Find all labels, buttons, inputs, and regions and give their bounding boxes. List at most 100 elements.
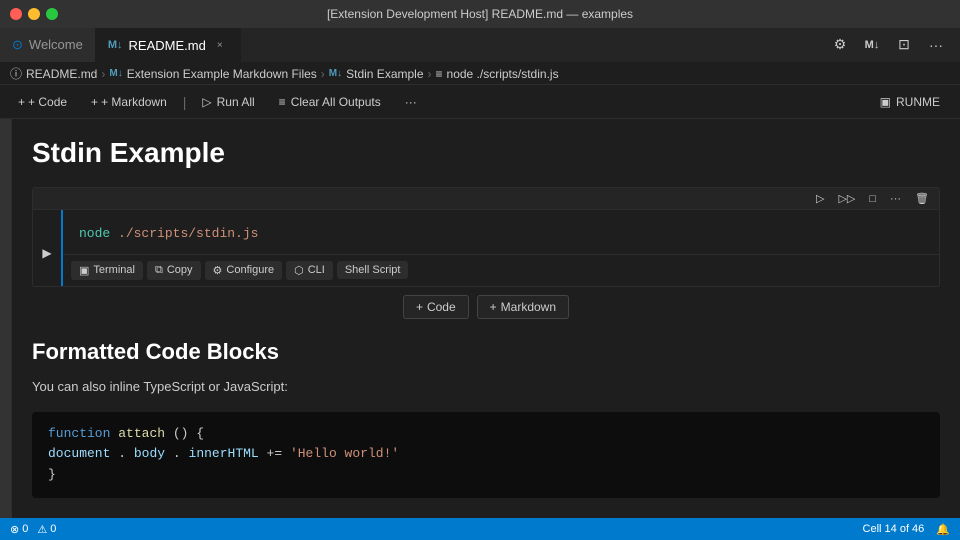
- notebook: Stdin Example ▷ ▷▷ □ ··· 🗑 ▶ node: [12, 119, 960, 518]
- terminal-button[interactable]: ▣ Terminal: [71, 261, 143, 280]
- status-right: Cell 14 of 46 🔔: [863, 523, 950, 536]
- tab-welcome[interactable]: ⊙ Welcome: [0, 27, 96, 62]
- layout-icon[interactable]: ⊡: [890, 31, 918, 59]
- punc-dot2: .: [173, 446, 181, 461]
- breadcrumb-sep-3: ›: [428, 67, 432, 81]
- tab-readme-close[interactable]: ×: [212, 37, 228, 53]
- breadcrumb-stdin-example[interactable]: Stdin Example: [346, 67, 423, 81]
- maximize-button[interactable]: [46, 8, 58, 20]
- welcome-icon: ⊙: [12, 37, 23, 53]
- breadcrumb-readme[interactable]: README.md: [26, 67, 97, 81]
- errors-indicator[interactable]: ⊗ 0 ⚠ 0: [10, 523, 56, 536]
- add-markdown-inline-label: Markdown: [501, 300, 556, 314]
- toolbar-more-button[interactable]: ···: [397, 92, 425, 112]
- plus-icon2: +: [91, 95, 98, 109]
- tab-bar-right: ⚙ M↓ ⊡ ···: [816, 27, 960, 62]
- warning-count: 0: [50, 523, 56, 535]
- toolbar: + + Code + + Markdown | ▷ Run All ≡ Clea…: [0, 85, 960, 119]
- prop-body: body: [134, 446, 165, 461]
- markdown-icon[interactable]: M↓: [858, 31, 886, 59]
- add-code-label: + Code: [28, 95, 67, 109]
- code-cell-stdin: ▷ ▷▷ □ ··· 🗑 ▶ node ./scripts/stdin.js: [32, 187, 940, 287]
- env-vars-title: Environment Variables: [32, 502, 940, 518]
- tab-welcome-label: Welcome: [29, 37, 83, 52]
- breadcrumb-info-icon: ⓘ: [10, 65, 22, 82]
- cell-output-bar: ▣ Terminal ⧉ Copy ⚙ Configure ⬡: [63, 254, 939, 286]
- kw-function: function: [48, 426, 110, 441]
- copy-icon: ⧉: [155, 264, 163, 277]
- cli-button[interactable]: ⬡ CLI: [286, 261, 333, 280]
- add-code-inline-label: Code: [427, 300, 456, 314]
- code-line-3: }: [48, 465, 924, 486]
- breadcrumb: ⓘ README.md › M↓ Extension Example Markd…: [0, 63, 960, 85]
- configure-label: Configure: [226, 264, 274, 276]
- code-line-1: function attach () {: [48, 424, 924, 445]
- str-hello: 'Hello world!': [290, 446, 399, 461]
- tab-readme-label: README.md: [129, 38, 206, 53]
- op-plus: +=: [267, 446, 290, 461]
- add-markdown-inline-button[interactable]: + Markdown: [477, 295, 569, 319]
- clear-icon: ≡: [279, 95, 286, 109]
- status-bar: ⊗ 0 ⚠ 0 Cell 14 of 46 🔔: [0, 518, 960, 540]
- cell-run-all-button[interactable]: ▷▷: [832, 190, 861, 207]
- code-cmd: node: [79, 226, 110, 241]
- clear-all-button[interactable]: ≡ Clear All Outputs: [271, 92, 389, 112]
- clear-all-label: Clear All Outputs: [291, 95, 381, 109]
- add-code-inline-button[interactable]: + Code: [403, 295, 469, 319]
- breadcrumb-md-icon: M↓: [109, 68, 122, 79]
- error-icon: ⊗: [10, 523, 19, 536]
- add-buttons-row: + Code + Markdown: [32, 295, 940, 319]
- run-all-button[interactable]: ▷ Run All: [194, 92, 262, 112]
- cell-delete-button[interactable]: 🗑: [909, 190, 935, 207]
- minimize-button[interactable]: [28, 8, 40, 20]
- run-all-label: Run All: [217, 95, 255, 109]
- terminal-icon: ▣: [79, 264, 89, 277]
- configure-icon: ⚙: [213, 264, 223, 277]
- bell-icon[interactable]: 🔔: [936, 523, 950, 536]
- cell-more-button[interactable]: ···: [884, 191, 907, 207]
- traffic-lights: [10, 8, 58, 20]
- stdin-example-title: Stdin Example: [32, 119, 940, 179]
- breadcrumb-file-icon: ≡: [436, 67, 443, 81]
- tab-readme[interactable]: M↓ README.md ×: [96, 27, 241, 62]
- shell-script-button[interactable]: Shell Script: [337, 261, 409, 279]
- punc-close: }: [48, 467, 56, 482]
- formatted-code-blocks-prose: You can also inline TypeScript or JavaSc…: [32, 373, 940, 408]
- breadcrumb-node-script[interactable]: node ./scripts/stdin.js: [447, 67, 559, 81]
- settings-icon[interactable]: ⚙: [826, 31, 854, 59]
- cell-toolbar: ▷ ▷▷ □ ··· 🗑: [33, 188, 939, 210]
- prop-document: document: [48, 446, 110, 461]
- cell-stop-button[interactable]: □: [863, 191, 882, 207]
- breadcrumb-sep-1: ›: [101, 67, 105, 81]
- configure-button[interactable]: ⚙ Configure: [205, 261, 283, 280]
- runme-icon: ▣: [880, 95, 891, 109]
- formatted-code-blocks-title: Formatted Code Blocks: [32, 327, 940, 373]
- close-button[interactable]: [10, 8, 22, 20]
- copy-button[interactable]: ⧉ Copy: [147, 261, 201, 280]
- fn-attach: attach: [118, 426, 165, 441]
- tab-bar: ⊙ Welcome M↓ README.md × ⚙ M↓ ⊡ ···: [0, 28, 960, 63]
- main-content: Stdin Example ▷ ▷▷ □ ··· 🗑 ▶ node: [0, 119, 960, 518]
- cell-position: Cell 14 of 46: [863, 523, 925, 535]
- more-icon[interactable]: ···: [922, 31, 950, 59]
- plus-md-icon: +: [490, 300, 497, 314]
- run-arrow-icon[interactable]: ▶: [42, 246, 51, 260]
- plus-code-icon: +: [416, 300, 423, 314]
- runme-button[interactable]: ▣ RUNME: [870, 91, 950, 113]
- breadcrumb-sep-2: ›: [321, 67, 325, 81]
- add-markdown-button[interactable]: + + Markdown: [83, 92, 175, 112]
- code-line-2: document . body . innerHTML += 'Hello wo…: [48, 444, 924, 465]
- cell-code: node ./scripts/stdin.js: [63, 214, 939, 254]
- prop-innerHTML: innerHTML: [189, 446, 259, 461]
- runme-label: RUNME: [896, 95, 940, 109]
- more-dots-icon: ···: [405, 95, 417, 109]
- cli-label: CLI: [308, 264, 325, 276]
- breadcrumb-extension[interactable]: Extension Example Markdown Files: [127, 67, 317, 81]
- terminal-label: Terminal: [93, 264, 135, 276]
- punc-dot1: .: [118, 446, 126, 461]
- code-path: ./scripts/stdin.js: [118, 226, 258, 241]
- cell-run-button[interactable]: ▷: [810, 190, 830, 207]
- add-code-button[interactable]: + + Code: [10, 92, 75, 112]
- md-icon: M↓: [108, 39, 123, 51]
- shell-script-label: Shell Script: [345, 264, 401, 276]
